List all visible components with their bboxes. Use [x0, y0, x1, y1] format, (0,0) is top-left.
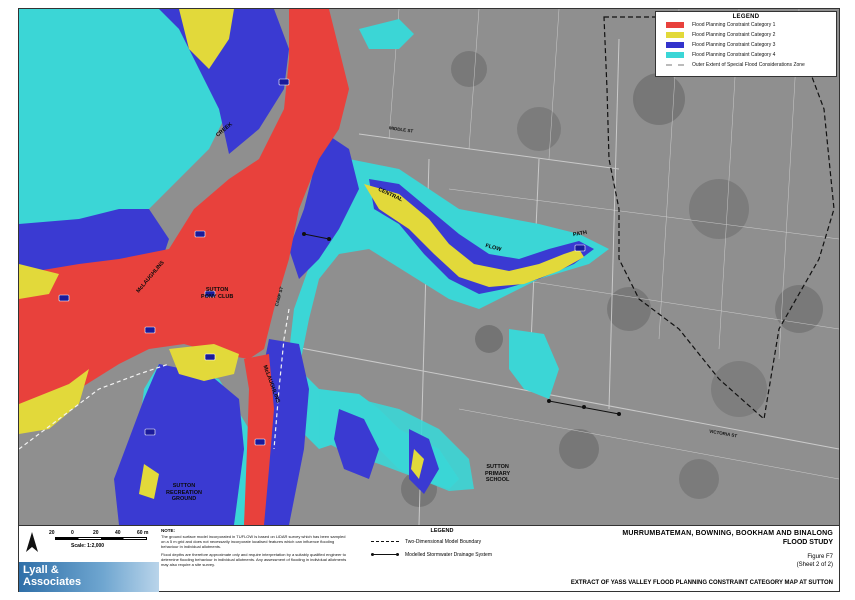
- drainage-line-symbol: [371, 553, 399, 556]
- figure-number: Figure F7: [807, 554, 833, 560]
- footer-legend-label: Two-Dimensional Model Boundary: [405, 538, 482, 545]
- note-paragraph-1: The ground surface model incorporated in…: [161, 534, 346, 549]
- note-box: NOTE: The ground surface model incorpora…: [161, 528, 351, 590]
- scale-tick: 60 m: [137, 530, 149, 536]
- legend-item-special-zone: Outer Extent of Special Flood Considerat…: [666, 60, 836, 70]
- footer-legend-label: Modelled Stormwater Drainage System: [405, 551, 492, 558]
- map-legend: LEGEND Flood Planning Constraint Categor…: [655, 11, 837, 77]
- legend-swatch-category-1: [666, 22, 684, 28]
- pony-club-label: SUTTON PONY CLUB: [201, 287, 234, 300]
- scale-tick: 20: [49, 530, 55, 536]
- scale-tick: 40: [115, 530, 121, 536]
- note-paragraph-2: Flood depths are therefore approximate o…: [161, 552, 347, 567]
- flood-map[interactable]: CREEK CENTRAL FLOW PATH McLAUGHLINS McLA…: [19, 9, 839, 525]
- company-logo: Lyall & Associates: [19, 562, 159, 592]
- legend-label: Flood Planning Constraint Category 2: [692, 32, 776, 38]
- flood-map-canvas: [19, 9, 839, 525]
- legend-swatch-category-4: [666, 52, 684, 58]
- figure-caption: EXTRACT OF YASS VALLEY FLOOD PLANNING CO…: [570, 580, 833, 586]
- footer-legend: LEGEND Two-Dimensional Model Boundary Mo…: [357, 528, 527, 590]
- recreation-ground-label: SUTTON RECREATION GROUND: [166, 483, 202, 502]
- scale-bar: [55, 537, 147, 540]
- study-title: MURRUMBATEMAN, BOWNING, BOOKHAM AND BINA…: [622, 530, 833, 537]
- title-block: MURRUMBATEMAN, BOWNING, BOOKHAM AND BINA…: [531, 526, 839, 592]
- logo-line-2: Associates: [23, 576, 82, 588]
- dashed-line-symbol: [371, 541, 399, 542]
- map-figure: CREEK CENTRAL FLOW PATH McLAUGHLINS McLA…: [18, 8, 840, 592]
- legend-swatch-category-3: [666, 42, 684, 48]
- footer-legend-title: LEGEND: [430, 528, 454, 534]
- primary-school-label: SUTTON PRIMARY SCHOOL: [485, 464, 511, 483]
- scale-text: Scale: 1:2,000: [71, 543, 105, 549]
- footer-legend-stormwater: Modelled Stormwater Drainage System: [371, 549, 527, 560]
- study-subtitle: FLOOD STUDY: [782, 539, 833, 546]
- scale-tick: 20: [93, 530, 99, 536]
- legend-label: Flood Planning Constraint Category 3: [692, 42, 776, 48]
- footer-legend-model-boundary: Two-Dimensional Model Boundary: [371, 536, 527, 547]
- legend-item-category-4: Flood Planning Constraint Category 4: [666, 50, 836, 60]
- legend-item-category-3: Flood Planning Constraint Category 3: [666, 40, 836, 50]
- legend-item-category-2: Flood Planning Constraint Category 2: [666, 30, 836, 40]
- legend-label: Flood Planning Constraint Category 4: [692, 52, 776, 58]
- note-title: NOTE:: [161, 528, 175, 533]
- logo-line-1: Lyall &: [23, 564, 59, 576]
- scale-tick: 0: [71, 530, 74, 536]
- figure-footer: 20 0 20 40 60 m Scale: 1:2,000 Lyall & A…: [19, 525, 839, 592]
- legend-swatch-category-2: [666, 32, 684, 38]
- logo-text: Lyall & Associates: [23, 564, 81, 588]
- legend-label: Outer Extent of Special Flood Considerat…: [692, 62, 805, 68]
- north-arrow-icon: [26, 532, 38, 552]
- sheet-number: (Sheet 2 of 2): [796, 562, 833, 568]
- legend-label: Flood Planning Constraint Category 1: [692, 22, 776, 28]
- legend-swatch-special-zone: [666, 64, 684, 66]
- legend-item-category-1: Flood Planning Constraint Category 1: [666, 20, 836, 30]
